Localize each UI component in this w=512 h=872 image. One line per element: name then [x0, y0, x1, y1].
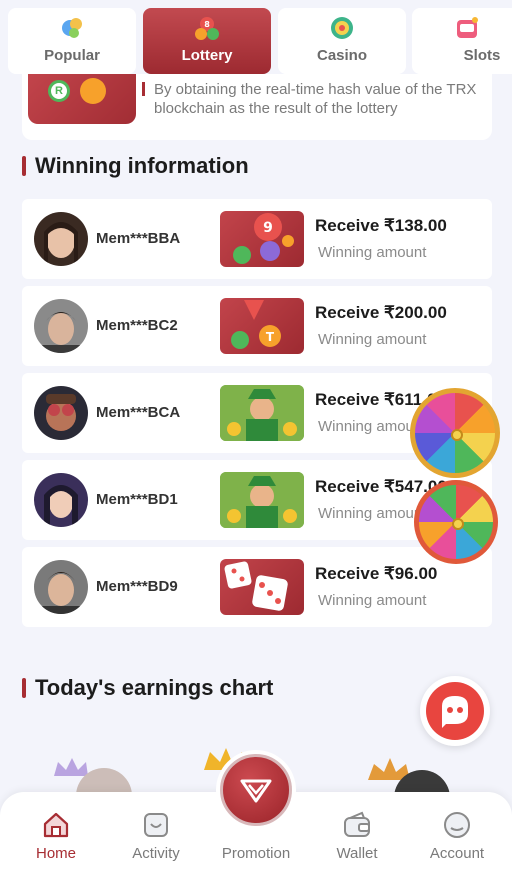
game-thumbnail[interactable]: T	[220, 298, 304, 354]
lottery-icon: 8	[195, 17, 219, 40]
tab-popular[interactable]: Popular	[8, 8, 136, 74]
section-title: Winning information	[35, 153, 249, 178]
podium-second-avatar	[54, 758, 132, 800]
winner-row: Mem***BC2 T Receive ₹200.00 Winning amou…	[22, 286, 492, 366]
nav-activity[interactable]: Activity	[111, 810, 201, 862]
nav-label: Wallet	[336, 845, 378, 862]
member-name: Mem***BD9	[96, 578, 178, 595]
game-thumbnail[interactable]	[220, 559, 304, 615]
chat-icon	[426, 682, 484, 740]
wheel-center	[451, 429, 463, 441]
spin-wheel-icon[interactable]	[414, 480, 498, 564]
section-title: Today's earnings chart	[35, 675, 274, 700]
tab-lottery[interactable]: 8 Lottery	[143, 8, 271, 74]
avatar	[34, 473, 88, 527]
nav-home[interactable]: Home	[11, 810, 101, 862]
lottery-thumbnail[interactable]: R	[28, 74, 136, 124]
podium-third-avatar	[368, 758, 450, 800]
popular-icon	[62, 18, 82, 38]
member-name: Mem***BCA	[96, 404, 181, 421]
svg-text:9: 9	[263, 220, 273, 236]
tab-label: Popular	[44, 47, 100, 64]
avatar	[34, 299, 88, 353]
svg-text:T: T	[266, 330, 275, 344]
activity-icon	[144, 813, 168, 837]
ball-icon: R	[48, 80, 70, 102]
tab-label: Casino	[316, 47, 367, 64]
svg-text:8: 8	[204, 20, 210, 29]
accent-bar	[22, 678, 26, 698]
receive-amount: Receive ₹96.00	[315, 564, 438, 583]
accent-bar	[22, 156, 26, 176]
winner-row: Mem***BBA 9 Receive ₹138.00 Winning amou…	[22, 199, 492, 279]
receive-amount: Receive ₹138.00	[315, 216, 447, 235]
tab-slots[interactable]: Slots	[412, 8, 512, 74]
tab-casino[interactable]: Casino	[278, 8, 406, 74]
nav-label: Activity	[132, 845, 180, 862]
earnings-chart-heading: Today's earnings chart	[22, 675, 273, 701]
winning-amount-label: Winning amount	[318, 244, 427, 261]
tab-label: Lottery	[181, 47, 233, 64]
promotion-icon	[240, 779, 272, 803]
customer-service-button[interactable]	[420, 676, 490, 746]
avatar	[34, 560, 88, 614]
winning-amount-label: Winning amount	[318, 592, 427, 609]
nav-label: Account	[429, 845, 485, 862]
nav-wallet[interactable]: Wallet	[312, 810, 402, 862]
nav-promotion[interactable]: Promotion	[211, 840, 301, 862]
nav-label: Home	[35, 845, 76, 862]
slots-icon	[457, 17, 478, 38]
ball-icon	[80, 78, 106, 104]
member-name: Mem***BD1	[96, 491, 178, 508]
avatar	[34, 212, 88, 266]
account-icon	[444, 812, 470, 838]
avatar	[34, 386, 88, 440]
nav-account[interactable]: Account	[412, 810, 502, 862]
tab-label: Slots	[463, 47, 501, 64]
category-tabs: Popular 8 Lottery Casino Slots	[8, 8, 512, 76]
wheel-center	[452, 518, 464, 530]
member-name: Mem***BC2	[96, 317, 178, 334]
lottery-description: By obtaining the real-time hash value of…	[154, 81, 477, 117]
receive-amount: Receive ₹200.00	[315, 303, 447, 322]
lottery-description-card: R By obtaining the real-time hash value …	[22, 74, 492, 140]
nav-label: Promotion	[221, 845, 291, 862]
game-thumbnail[interactable]: 9	[220, 211, 304, 267]
casino-icon	[331, 17, 353, 39]
winning-amount-label: Winning amount	[318, 331, 427, 348]
wallet-icon	[344, 811, 370, 837]
winner-row: Mem***BD9 Receive ₹96.00 Winning amount	[22, 547, 492, 627]
member-name: Mem***BBA	[96, 230, 181, 247]
winning-amount-label: Winning amount	[318, 505, 427, 522]
game-thumbnail[interactable]	[220, 472, 304, 528]
winning-info-heading: Winning information	[22, 153, 249, 179]
lucky-wheel-icon[interactable]	[410, 388, 500, 478]
home-icon	[43, 812, 69, 838]
promotion-button[interactable]	[216, 750, 296, 830]
game-thumbnail[interactable]	[220, 385, 304, 441]
